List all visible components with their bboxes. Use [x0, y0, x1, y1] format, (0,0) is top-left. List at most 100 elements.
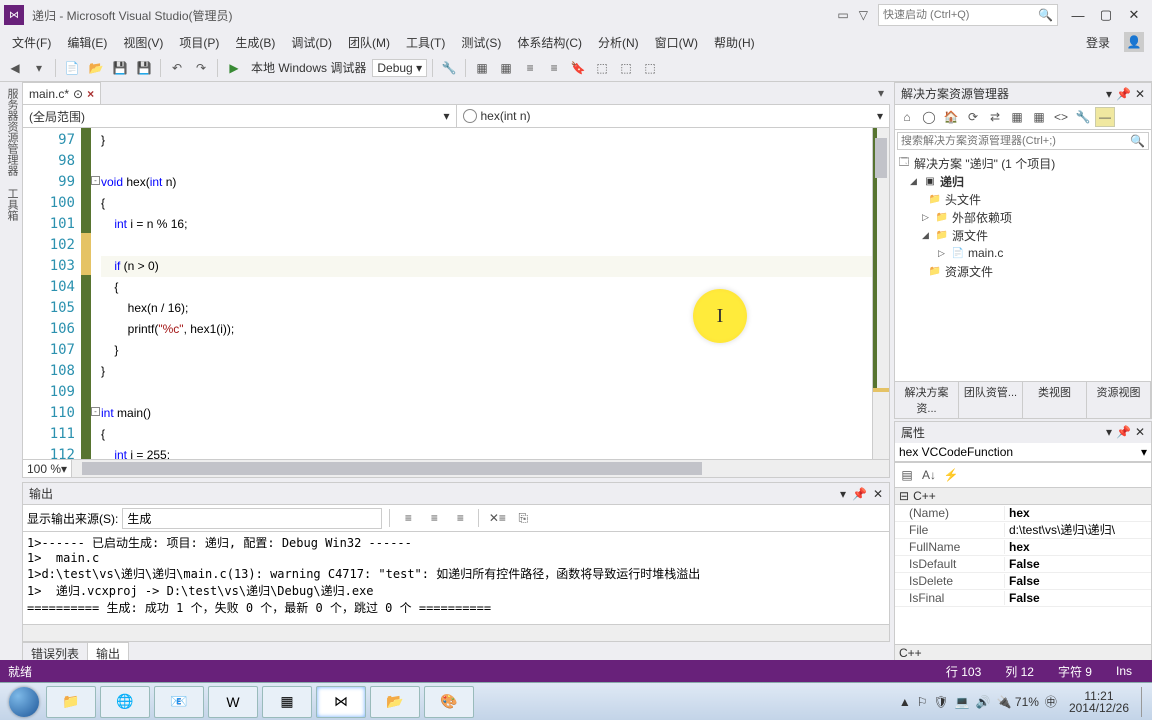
panel-pin-icon[interactable]: 📌	[1116, 425, 1131, 439]
sln-tb-props[interactable]: <>	[1051, 107, 1071, 127]
task-paint[interactable]: 🎨	[424, 686, 474, 718]
output-hscroll[interactable]	[23, 624, 889, 641]
menu-team[interactable]: 团队(M)	[340, 30, 398, 54]
tray-sound-icon[interactable]: 🔊	[976, 695, 991, 709]
sln-tb-home[interactable]: ⌂	[897, 107, 917, 127]
collapse-icon[interactable]: -	[91, 407, 100, 416]
output-tb-1[interactable]: ≡	[397, 507, 419, 529]
sln-tb-showall[interactable]: ▦	[1007, 107, 1027, 127]
output-dropdown-icon[interactable]: ▾	[840, 487, 846, 501]
menu-build[interactable]: 生成(B)	[227, 30, 283, 54]
output-tb-2[interactable]: ≡	[423, 507, 445, 529]
start-debug-button[interactable]: ▶	[223, 57, 245, 79]
sln-tb-back[interactable]: ◯	[919, 107, 939, 127]
solution-search[interactable]: 🔍	[897, 132, 1149, 150]
tree-resource[interactable]: 📁资源文件	[897, 262, 1149, 280]
pin-icon[interactable]: ⊙	[73, 87, 83, 101]
feedback-icon[interactable]: ▭	[837, 8, 848, 22]
bpt-resource[interactable]: 资源视图	[1087, 382, 1151, 418]
config-select[interactable]: Debug ▾	[372, 59, 427, 77]
new-project-button[interactable]: 📄	[61, 57, 83, 79]
tree-source[interactable]: ◢📁源文件	[897, 226, 1149, 244]
tree-external[interactable]: ▷📁外部依赖项	[897, 208, 1149, 226]
props-events-icon[interactable]: ⚡	[941, 465, 961, 485]
nav-back-button[interactable]: ◀	[4, 57, 26, 79]
file-tabs-dropdown[interactable]: ▾	[872, 82, 890, 104]
flag-icon[interactable]: ▽	[859, 8, 868, 22]
close-button[interactable]: ✕	[1120, 4, 1148, 26]
login-link[interactable]: 登录	[1076, 34, 1120, 51]
solution-search-input[interactable]	[901, 135, 1130, 147]
quick-launch-input[interactable]	[883, 9, 1038, 21]
output-text[interactable]: 1>------ 已启动生成: 项目: 递归, 配置: Debug Win32 …	[23, 532, 889, 624]
tree-main-c[interactable]: ▷📄main.c	[897, 244, 1149, 262]
chevron-right-icon[interactable]: ▷	[922, 212, 932, 223]
tab-output[interactable]: 输出	[87, 642, 129, 662]
output-source-select[interactable]: 生成	[122, 508, 382, 529]
maximize-button[interactable]: ▢	[1092, 4, 1120, 26]
tree-headers[interactable]: 📁头文件	[897, 190, 1149, 208]
tray-shield-icon[interactable]: 🛡	[933, 695, 948, 709]
zoom-select[interactable]: 100 % ▾	[23, 460, 72, 477]
panel-pin-icon[interactable]: 📌	[1116, 87, 1131, 101]
hscroll-thumb[interactable]	[82, 462, 702, 475]
task-folder[interactable]: 📂	[370, 686, 420, 718]
save-all-button[interactable]: 💾	[133, 57, 155, 79]
menu-file[interactable]: 文件(F)	[4, 30, 59, 54]
code-editor[interactable]: 9798991001011021031041051061071081091101…	[22, 128, 890, 460]
tray-network-icon[interactable]: 💻	[955, 695, 970, 709]
sln-tb-preview[interactable]: 🔧	[1073, 107, 1093, 127]
chevron-down-icon[interactable]: ◢	[910, 176, 920, 187]
output-tb-5[interactable]: ⎘	[512, 507, 534, 529]
tb-btn-8[interactable]: ⬚	[615, 57, 637, 79]
scope-right[interactable]: hex(int n)▾	[457, 105, 890, 127]
bpt-class[interactable]: 类视图	[1023, 382, 1087, 418]
chevron-down-icon[interactable]: ◢	[922, 230, 932, 241]
outline-margin[interactable]: --	[91, 128, 101, 459]
system-tray[interactable]: ▲ ⚐ 🛡 💻 🔊 🔌 71% ㊥ 11:212014/12/26	[899, 687, 1148, 717]
start-button[interactable]	[4, 685, 44, 719]
output-tb-3[interactable]: ≡	[449, 507, 471, 529]
scroll-thumb[interactable]	[875, 138, 887, 178]
chevron-right-icon[interactable]: ▷	[938, 248, 948, 259]
left-tab-toolbox[interactable]: 工具箱	[0, 182, 22, 227]
menu-debug[interactable]: 调试(D)	[283, 30, 340, 54]
search-icon[interactable]: 🔍	[1130, 134, 1145, 148]
panel-dropdown-icon[interactable]: ▾	[1106, 425, 1112, 439]
task-ie[interactable]: 🌐	[100, 686, 150, 718]
redo-button[interactable]: ↷	[190, 57, 212, 79]
tray-clock[interactable]: 11:212014/12/26	[1063, 690, 1135, 714]
menu-project[interactable]: 项目(P)	[171, 30, 227, 54]
properties-object-select[interactable]: hex VCCodeFunction▾	[895, 443, 1151, 462]
menu-test[interactable]: 测试(S)	[453, 30, 509, 54]
tb-btn-1[interactable]: 🔧	[438, 57, 460, 79]
task-vs[interactable]: ⋈	[316, 686, 366, 718]
output-pin-icon[interactable]: 📌	[852, 487, 867, 501]
sln-tb-sync[interactable]: ⇄	[985, 107, 1005, 127]
collapse-icon[interactable]: -	[91, 176, 100, 185]
tb-btn-4[interactable]: ≡	[519, 57, 541, 79]
menu-view[interactable]: 视图(V)	[115, 30, 171, 54]
tb-btn-7[interactable]: ⬚	[591, 57, 613, 79]
code-lines[interactable]: } void hex(int n) { int i = n % 16; if (…	[101, 128, 872, 459]
tray-ime-icon[interactable]: ㊥	[1045, 693, 1057, 710]
horizontal-scrollbar[interactable]	[72, 460, 889, 477]
task-excel[interactable]: ▦	[262, 686, 312, 718]
tray-up-icon[interactable]: ▲	[899, 695, 911, 709]
quick-launch[interactable]: 🔍	[878, 4, 1058, 26]
task-explorer[interactable]: 📁	[46, 686, 96, 718]
close-tab-icon[interactable]: ×	[87, 87, 94, 101]
bpt-team[interactable]: 团队资管...	[959, 382, 1023, 418]
left-tab-server[interactable]: 服务器资源管理器	[0, 82, 22, 182]
vertical-scrollbar[interactable]	[872, 128, 889, 459]
sln-tb-collapse[interactable]: ▦	[1029, 107, 1049, 127]
bpt-solution[interactable]: 解决方案资...	[895, 382, 959, 418]
user-icon[interactable]: 👤	[1124, 32, 1144, 52]
task-outlook[interactable]: 📧	[154, 686, 204, 718]
scope-left[interactable]: (全局范围)▾	[23, 105, 457, 127]
props-az-icon[interactable]: A↓	[919, 465, 939, 485]
tb-btn-9[interactable]: ⬚	[639, 57, 661, 79]
sln-tb-home2[interactable]: 🏠	[941, 107, 961, 127]
solution-tree[interactable]: 🗔解决方案 "递归" (1 个项目) ◢▣递归 📁头文件 ▷📁外部依赖项 ◢📁源…	[895, 152, 1151, 381]
tb-btn-3[interactable]: ▦	[495, 57, 517, 79]
